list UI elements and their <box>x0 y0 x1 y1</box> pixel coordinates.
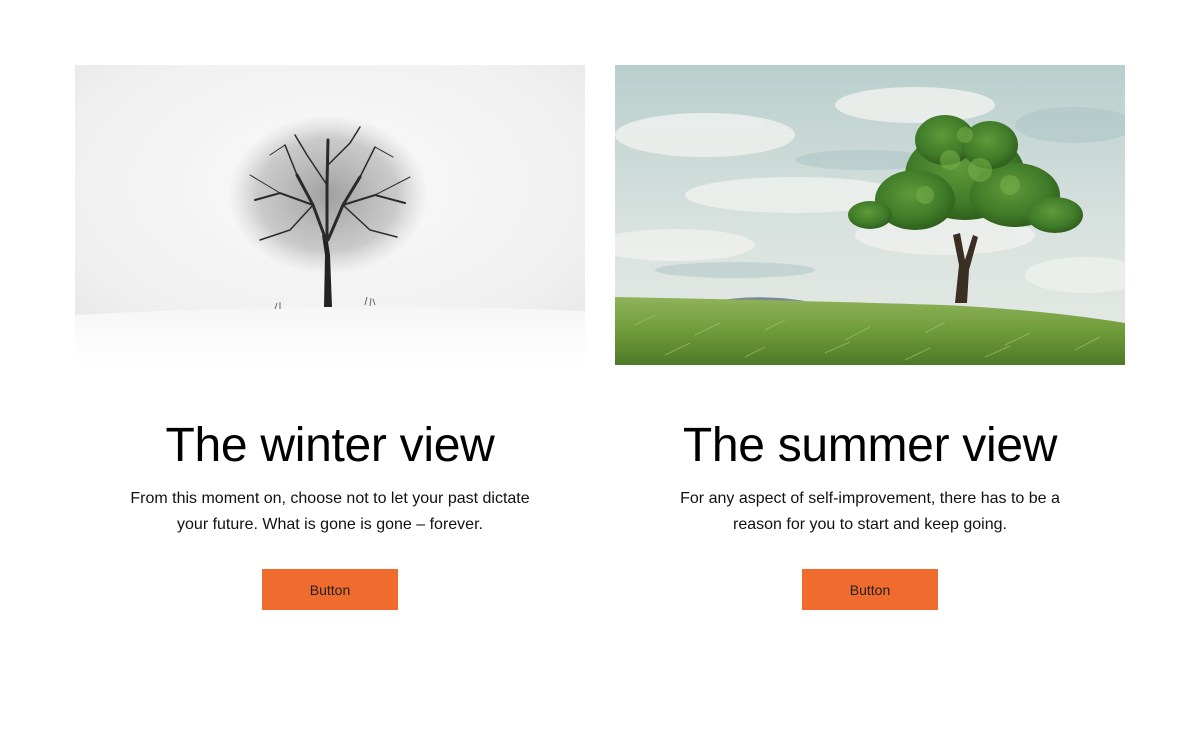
page: The winter view From this moment on, cho… <box>0 0 1200 756</box>
card-title: The winter view <box>165 419 495 472</box>
card-winter: The winter view From this moment on, cho… <box>75 65 585 610</box>
summer-card-button[interactable]: Button <box>802 569 938 610</box>
card-description: From this moment on, choose not to let y… <box>130 490 530 533</box>
card-title: The summer view <box>682 419 1058 472</box>
card-summer: The summer view For any aspect of self-i… <box>615 65 1125 610</box>
summer-tree-image <box>615 65 1125 365</box>
winter-tree-image <box>75 65 585 365</box>
card-description: For any aspect of self-improvement, ther… <box>680 490 1060 533</box>
winter-card-button[interactable]: Button <box>262 569 398 610</box>
